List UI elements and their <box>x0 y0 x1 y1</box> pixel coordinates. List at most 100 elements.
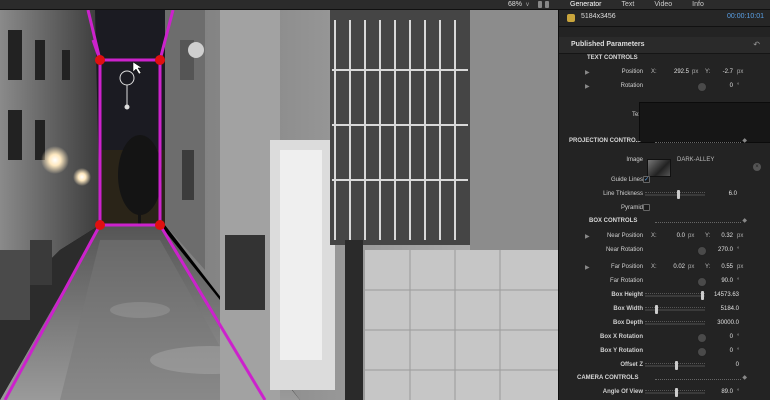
position-y-value[interactable]: -2.7 <box>703 69 733 75</box>
section-label: TEXT CONTROLS <box>587 55 638 61</box>
tab-video[interactable]: Video <box>644 0 682 10</box>
inspector-header: 5184x3456 00:00:10:01 <box>559 10 770 27</box>
param-label: Offset Z <box>620 362 643 368</box>
section-text-controls[interactable]: TEXT CONTROLS <box>559 52 770 66</box>
angle-of-view-value[interactable]: 89.0 <box>703 389 733 395</box>
disclosure-triangle-icon[interactable]: ▶ <box>585 264 590 271</box>
pyramid-checkbox[interactable] <box>643 204 650 211</box>
param-offset-z[interactable]: Offset Z 0 <box>559 359 770 373</box>
param-guide-lines[interactable]: Guide Lines ✓ <box>559 174 770 188</box>
box-height-slider[interactable] <box>645 293 705 297</box>
slider-knob[interactable] <box>677 190 680 199</box>
section-divider <box>655 222 741 223</box>
tab-generator[interactable]: Generator <box>560 0 612 10</box>
near-rotation-value[interactable]: 270.0 <box>703 247 733 253</box>
param-pyramid[interactable]: Pyramid <box>559 202 770 216</box>
param-label: Image <box>626 157 643 163</box>
slider-knob[interactable] <box>675 361 678 370</box>
zoom-level[interactable]: 68% <box>508 0 522 10</box>
view-icon[interactable] <box>545 1 549 8</box>
generator-icon <box>567 14 575 22</box>
alley-scene <box>0 10 558 400</box>
image-name: DARK-ALLEY <box>677 157 715 163</box>
drain-pipe <box>345 240 363 400</box>
far-rotation-value[interactable]: 90.0 <box>703 278 733 284</box>
handle-bottom-left <box>95 220 105 230</box>
unit-label: px <box>688 233 695 239</box>
param-box-y-rotation[interactable]: Box Y Rotation 0 ° <box>559 345 770 359</box>
near-x-value[interactable]: 0.0 <box>655 233 685 239</box>
street-lamp <box>41 146 69 174</box>
section-divider <box>655 379 741 380</box>
timecode: 00:00:10:01 <box>727 13 764 20</box>
chevron-down-icon[interactable]: ◆ <box>742 217 747 224</box>
canvas-viewer[interactable] <box>0 10 558 400</box>
box-height-value[interactable]: 14573.63 <box>709 292 739 298</box>
view-options[interactable] <box>538 1 549 8</box>
param-line-thickness[interactable]: Line Thickness 6.0 <box>559 188 770 202</box>
unit-label: ° <box>737 348 740 354</box>
param-near-position[interactable]: ▶ Near Position X: 0.0 px Y: 0.32 px <box>559 230 770 244</box>
box-width-slider[interactable] <box>645 307 705 311</box>
far-y-value[interactable]: 0.55 <box>703 264 733 270</box>
view-icon[interactable] <box>538 1 542 8</box>
param-label: Far Rotation <box>609 278 643 284</box>
zoom-chevron-icon[interactable]: v <box>526 0 529 10</box>
section-camera-controls[interactable]: CAMERA CONTROLS ◆ <box>559 372 770 386</box>
param-label: Box Width <box>613 306 643 312</box>
unit-label: px <box>737 69 744 75</box>
reset-icon[interactable]: ↶ <box>753 40 760 49</box>
handle-top-left <box>95 55 105 65</box>
guide-lines-checkbox[interactable]: ✓ <box>643 176 650 183</box>
param-label: Position <box>621 69 643 75</box>
param-box-x-rotation[interactable]: Box X Rotation 0 ° <box>559 331 770 345</box>
published-parameters-label: Published Parameters <box>571 41 645 48</box>
slider-knob[interactable] <box>701 291 704 300</box>
box-x-rotation-value[interactable]: 0 <box>703 334 733 340</box>
line-thickness-value[interactable]: 6.0 <box>707 191 737 197</box>
tab-info[interactable]: Info <box>682 0 714 10</box>
param-label: Guide Lines <box>610 177 643 183</box>
param-label: Pyramid <box>620 205 643 211</box>
slider-knob[interactable] <box>655 305 658 314</box>
near-y-value[interactable]: 0.32 <box>703 233 733 239</box>
box-depth-slider[interactable] <box>645 321 705 325</box>
offset-z-value[interactable]: 0 <box>709 362 739 368</box>
top-toolbar: 68% v Generator Text Video Info <box>0 0 770 10</box>
inspector-tabs: Generator Text Video Info <box>560 0 770 10</box>
section-box-controls[interactable]: BOX CONTROLS ◆ <box>559 215 770 229</box>
param-angle-of-view[interactable]: Angle Of View 89.0 ° <box>559 386 770 400</box>
clear-image-icon[interactable]: × <box>753 163 761 171</box>
chevron-down-icon[interactable]: ◆ <box>742 137 747 144</box>
param-label: Box Depth <box>613 320 643 326</box>
chevron-down-icon[interactable]: ◆ <box>742 374 747 381</box>
param-box-height[interactable]: Box Height 14573.63 <box>559 289 770 303</box>
slider-knob[interactable] <box>675 388 678 397</box>
param-far-rotation[interactable]: Far Rotation 90.0 ° <box>559 275 770 289</box>
position-x-value[interactable]: 292.5 <box>659 69 689 75</box>
box-depth-value[interactable]: 30000.0 <box>709 320 739 326</box>
param-box-depth[interactable]: Box Depth 30000.0 <box>559 317 770 331</box>
rotation-value[interactable]: 0 <box>703 83 733 89</box>
box-y-rotation-value[interactable]: 0 <box>703 348 733 354</box>
section-divider <box>655 142 741 143</box>
inspector-panel: 5184x3456 00:00:10:01 Published Paramete… <box>558 10 770 400</box>
disclosure-triangle-icon[interactable]: ▶ <box>585 233 590 240</box>
box-width-value[interactable]: 5184.0 <box>709 306 739 312</box>
unit-label: px <box>737 264 744 270</box>
param-position[interactable]: ▶ Position X: 292.5 px Y: -2.7 px <box>559 66 770 80</box>
param-box-width[interactable]: Box Width 5184.0 <box>559 303 770 317</box>
tab-text[interactable]: Text <box>612 0 645 10</box>
section-projection-controls[interactable]: PROJECTION CONTRO... ◆ <box>559 135 770 149</box>
param-rotation[interactable]: ▶ Rotation 0 ° <box>559 80 770 94</box>
line-thickness-slider[interactable] <box>645 192 705 196</box>
disclosure-triangle-icon[interactable]: ▶ <box>585 69 590 76</box>
disclosure-triangle-icon[interactable]: ▶ <box>585 83 590 90</box>
param-near-rotation[interactable]: Near Rotation 270.0 ° <box>559 244 770 258</box>
section-label: CAMERA CONTROLS <box>577 375 639 381</box>
media-dimensions: 5184x3456 <box>581 13 616 20</box>
far-x-value[interactable]: 0.02 <box>655 264 685 270</box>
param-far-position[interactable]: ▶ Far Position X: 0.02 px Y: 0.55 px <box>559 261 770 275</box>
unit-label: ° <box>737 278 740 284</box>
param-label: Box Height <box>611 292 643 298</box>
